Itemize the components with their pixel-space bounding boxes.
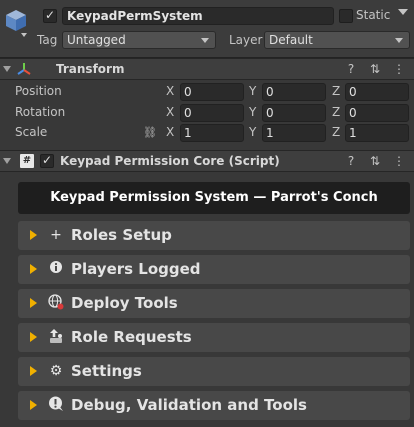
info-icon	[48, 260, 64, 278]
script-title: Keypad Permission Core (Script)	[60, 154, 280, 168]
tag-label: Tag	[37, 33, 58, 47]
scale-z-field[interactable]: 1	[345, 124, 409, 142]
gear-icon: ⚙	[49, 363, 63, 379]
static-dropdown-arrow-icon[interactable]	[398, 9, 408, 15]
rotation-label: Rotation	[15, 105, 66, 119]
more-options-icon[interactable]: ⋮	[392, 154, 406, 168]
inspector-header: ✓ KeypadPermSystem Static Tag Untagged L…	[0, 0, 414, 58]
axis-z-label[interactable]: Z	[332, 125, 340, 139]
section-label: Role Requests	[71, 328, 192, 346]
section-label: Settings	[71, 362, 142, 380]
transform-title: Transform	[56, 62, 125, 76]
static-checkbox[interactable]	[339, 9, 353, 23]
layer-dropdown[interactable]: Default	[264, 31, 410, 49]
rotation-y-field[interactable]: 0	[262, 104, 326, 122]
position-x-field[interactable]: 0	[180, 83, 244, 101]
script-enabled-checkbox[interactable]: ✓	[40, 153, 54, 168]
globe-icon	[48, 294, 64, 312]
csharp-script-icon: #	[20, 154, 34, 168]
gameobject-cube-icon[interactable]	[4, 8, 28, 38]
section-label: Players Logged	[71, 260, 201, 278]
axis-x-label[interactable]: X	[166, 105, 174, 119]
foldout-collapsed-icon[interactable]	[30, 298, 37, 308]
static-label: Static	[356, 8, 391, 22]
scale-row: Scale ⛓ X 1 Y 1 Z 1	[0, 123, 414, 143]
checkmark-icon: ✓	[45, 8, 56, 22]
axis-x-label[interactable]: X	[166, 84, 174, 98]
foldout-collapsed-icon[interactable]	[30, 366, 37, 376]
section-label: Debug, Validation and Tools	[71, 396, 307, 414]
section-players-logged[interactable]: Players Logged	[18, 255, 410, 284]
axis-x-label[interactable]: X	[166, 125, 174, 139]
more-options-icon[interactable]: ⋮	[392, 62, 406, 76]
section-label: Deploy Tools	[71, 294, 178, 312]
tag-value: Untagged	[67, 33, 126, 47]
tag-dropdown[interactable]: Untagged	[62, 31, 216, 49]
foldout-collapsed-icon[interactable]	[30, 400, 37, 410]
axis-y-label[interactable]: Y	[249, 125, 256, 139]
foldout-collapsed-icon[interactable]	[30, 264, 37, 274]
axis-z-label[interactable]: Z	[332, 84, 340, 98]
help-icon[interactable]: ?	[344, 154, 358, 168]
chevron-down-icon	[395, 38, 403, 43]
layer-label: Layer	[229, 33, 263, 47]
upload-icon	[48, 328, 64, 346]
preset-icon[interactable]: ⇅	[368, 154, 382, 168]
alert-icon	[48, 396, 64, 414]
axis-y-label[interactable]: Y	[249, 84, 256, 98]
position-z-field[interactable]: 0	[345, 83, 409, 101]
section-label: Roles Setup	[71, 226, 172, 244]
axis-y-label[interactable]: Y	[249, 105, 256, 119]
section-deploy-tools[interactable]: Deploy Tools	[18, 289, 410, 318]
position-y-field[interactable]: 0	[262, 83, 326, 101]
scale-x-field[interactable]: 1	[180, 124, 244, 142]
rotation-z-field[interactable]: 0	[345, 104, 409, 122]
chevron-down-icon	[201, 38, 209, 43]
section-roles-setup[interactable]: + Roles Setup	[18, 221, 410, 250]
section-role-requests[interactable]: Role Requests	[18, 323, 410, 352]
help-icon[interactable]: ?	[344, 62, 358, 76]
rotation-row: Rotation X 0 Y 0 Z 0	[0, 103, 414, 123]
section-debug-validation-tools[interactable]: Debug, Validation and Tools	[18, 391, 410, 420]
script-component-header[interactable]: # ✓ Keypad Permission Core (Script) ? ⇅ …	[0, 150, 414, 172]
transform-header[interactable]: Transform ? ⇅ ⋮	[0, 58, 414, 80]
rotation-x-field[interactable]: 0	[180, 104, 244, 122]
layer-value: Default	[269, 33, 313, 47]
scale-y-field[interactable]: 1	[262, 124, 326, 142]
axis-z-label[interactable]: Z	[332, 105, 340, 119]
foldout-collapsed-icon[interactable]	[30, 332, 37, 342]
checkmark-icon: ✓	[42, 153, 53, 167]
transform-axes-icon	[17, 63, 31, 75]
foldout-expanded-icon[interactable]	[3, 158, 11, 164]
scale-label: Scale	[15, 125, 48, 139]
object-name-field[interactable]: KeypadPermSystem	[62, 7, 334, 25]
system-banner: Keypad Permission System — Parrot's Conc…	[18, 182, 410, 214]
position-label: Position	[15, 84, 62, 98]
plus-icon: +	[50, 227, 62, 243]
active-checkbox[interactable]: ✓	[43, 8, 57, 23]
foldout-collapsed-icon[interactable]	[30, 230, 37, 240]
constrain-proportions-link-icon[interactable]: ⛓	[143, 126, 157, 139]
position-row: Position X 0 Y 0 Z 0	[0, 82, 414, 102]
section-settings[interactable]: ⚙ Settings	[18, 357, 410, 386]
preset-icon[interactable]: ⇅	[368, 62, 382, 76]
foldout-expanded-icon[interactable]	[3, 66, 11, 72]
